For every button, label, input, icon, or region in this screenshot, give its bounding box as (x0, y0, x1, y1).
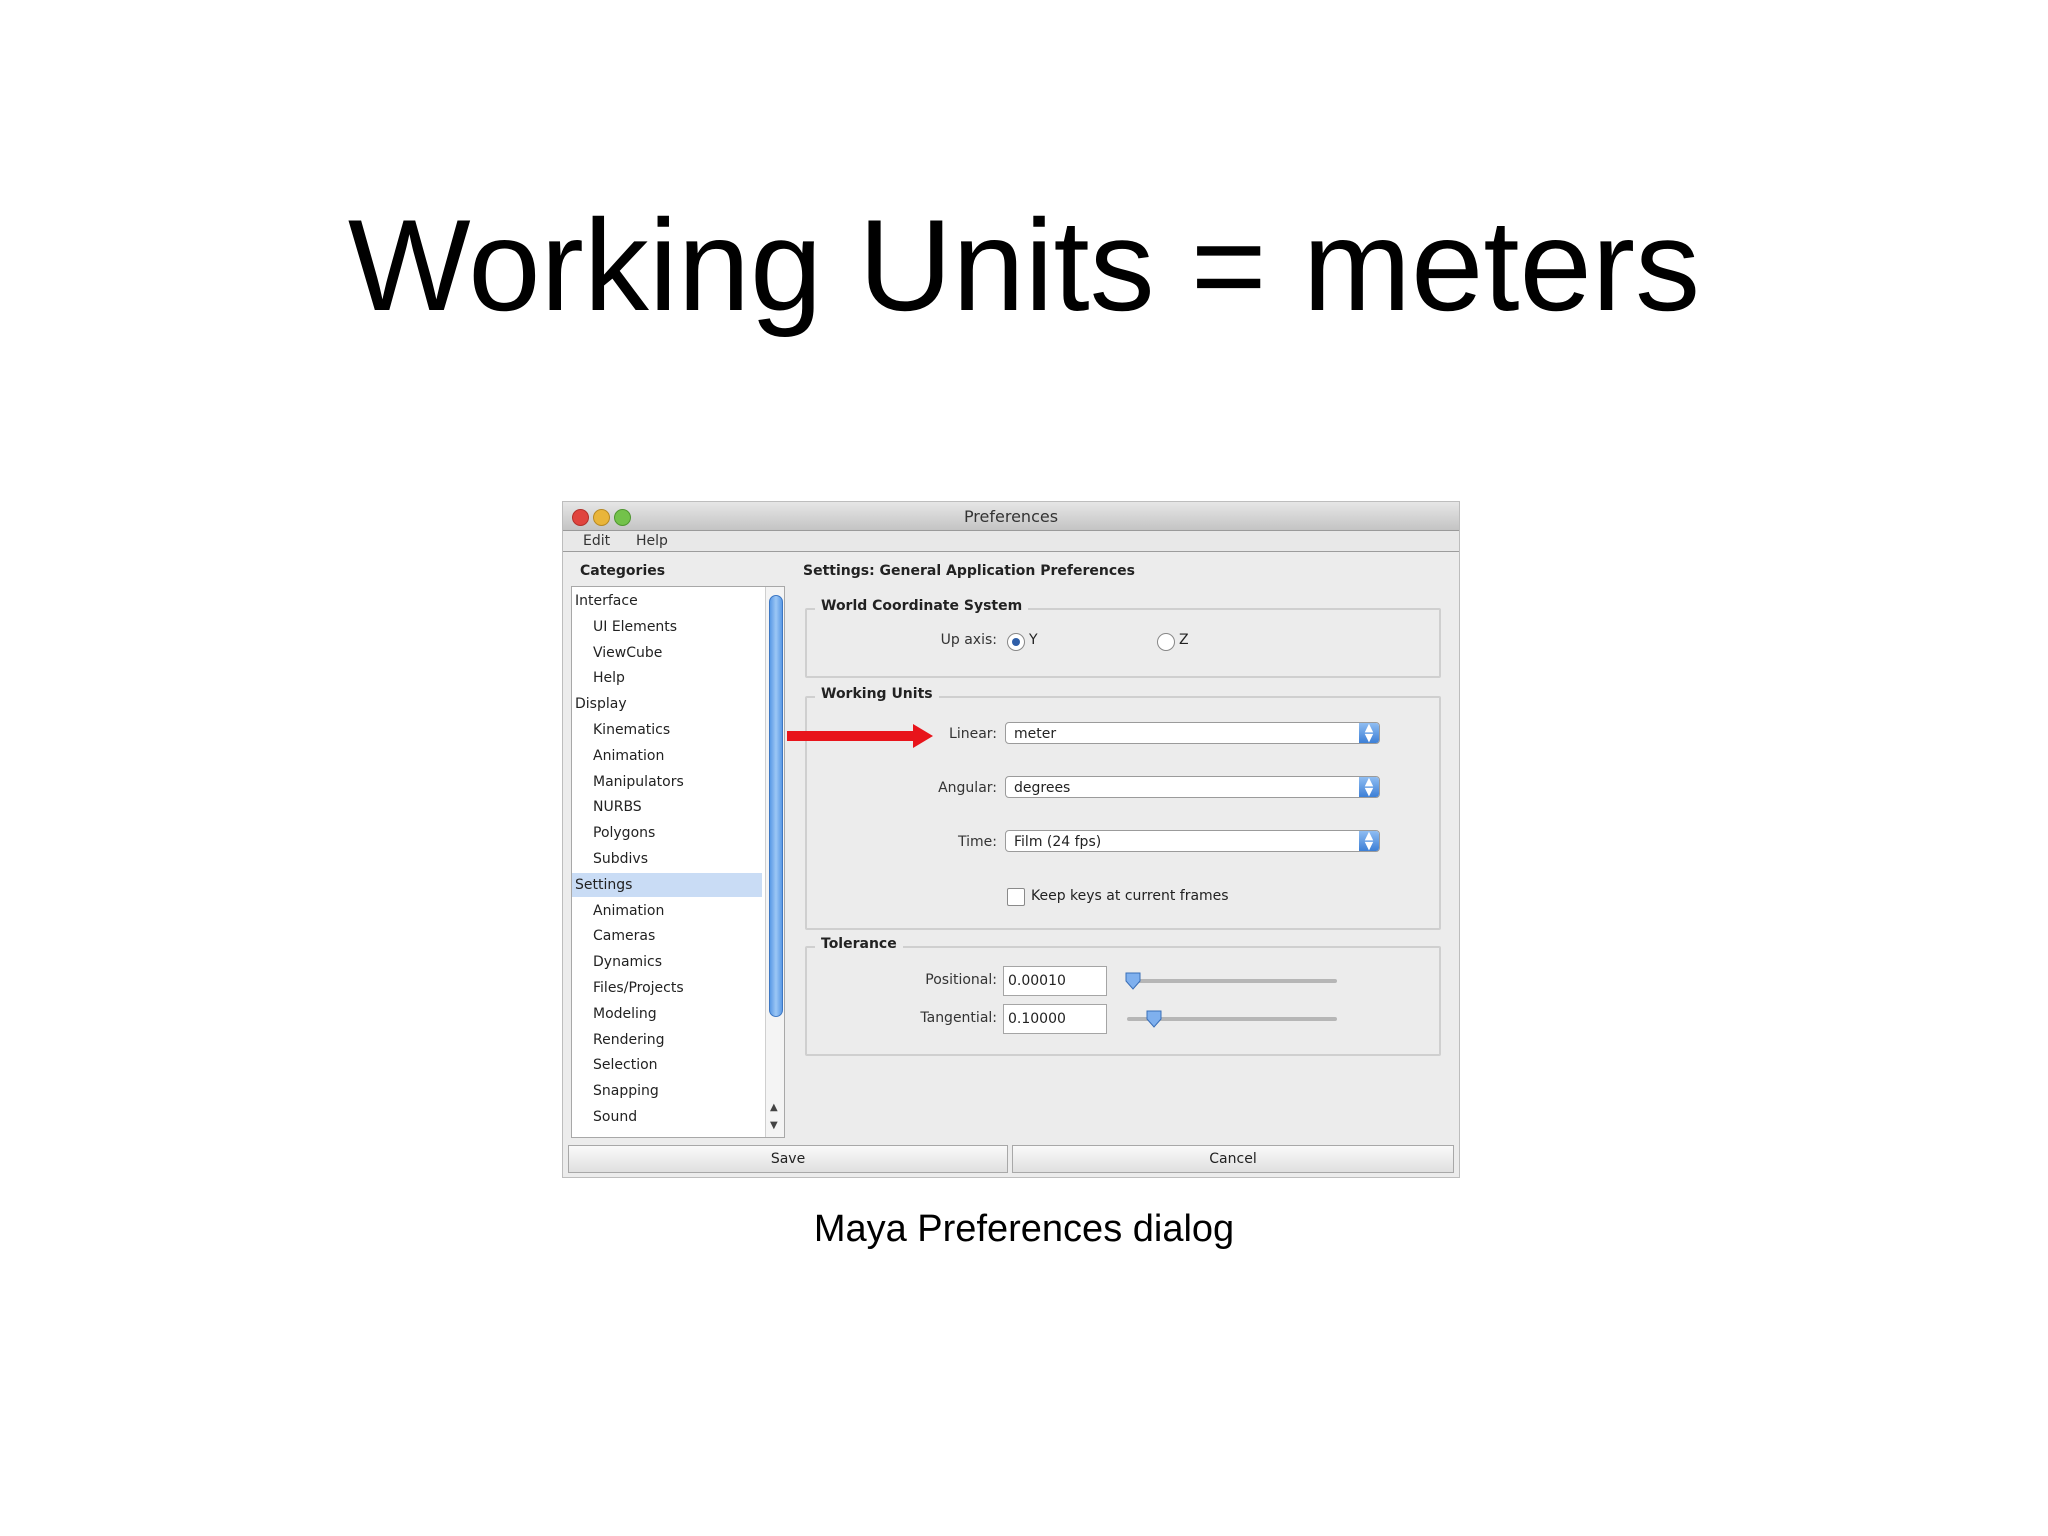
angular-value: degrees (1014, 780, 1071, 796)
scrollbar-thumb[interactable] (769, 595, 783, 1017)
tangential-label: Tangential: (920, 1010, 997, 1026)
category-item[interactable]: Files/Projects (572, 976, 762, 1000)
working-units-title: Working Units (815, 686, 939, 702)
up-axis-y-radio[interactable] (1007, 633, 1025, 651)
menu-bar: Edit Help (563, 531, 1459, 552)
world-coordinate-group: World Coordinate System Up axis: Y Z (805, 598, 1441, 678)
time-select[interactable]: Film (24 fps) ▲ ▼ (1005, 830, 1380, 852)
slide-caption: Maya Preferences dialog (813, 1208, 1235, 1250)
category-item[interactable]: Manipulators (572, 770, 762, 794)
categories-list[interactable]: Sound Snapping Selection Rendering Modeling F… (571, 586, 785, 1138)
category-item[interactable]: Snapping (572, 1079, 762, 1103)
positional-field[interactable]: 0.00010 (1003, 966, 1107, 996)
up-axis-label: Up axis: (940, 632, 997, 648)
up-axis-z-label: Z (1179, 632, 1189, 648)
menu-help[interactable]: Help (636, 533, 668, 549)
category-item[interactable]: Help (572, 666, 762, 690)
red-arrow-icon (787, 724, 933, 748)
world-coordinate-title: World Coordinate System (815, 598, 1029, 614)
categories-scrollbar[interactable]: ▲ ▼ (765, 587, 784, 1137)
category-item[interactable]: Subdivs (572, 847, 762, 871)
keep-keys-checkbox[interactable] (1007, 888, 1025, 906)
linear-select[interactable]: meter ▲ ▼ (1005, 722, 1380, 744)
category-item[interactable]: Modeling (572, 1002, 762, 1026)
chevron-updown-icon[interactable]: ▲ ▼ (1359, 776, 1379, 797)
category-item[interactable]: UI Elements (572, 615, 762, 639)
time-value: Film (24 fps) (1014, 834, 1102, 850)
category-item[interactable]: Interface (572, 589, 762, 613)
category-item[interactable]: Settings (572, 872, 762, 897)
chevron-updown-icon[interactable]: ▲ ▼ (1359, 722, 1379, 743)
category-item[interactable]: Display (572, 692, 762, 716)
category-item[interactable]: NURBS (572, 795, 762, 819)
category-item[interactable]: Sound (572, 1105, 762, 1129)
category-item[interactable]: Animation (572, 899, 762, 923)
category-item[interactable]: Kinematics (572, 718, 762, 742)
category-item[interactable]: Dynamics (572, 950, 762, 974)
slide-title: Working Units = meters (347, 192, 1701, 338)
angular-select[interactable]: degrees ▲ ▼ (1005, 776, 1380, 798)
keep-keys-label: Keep keys at current frames (1031, 888, 1229, 904)
tolerance-group: Tolerance Positional: 0.00010 Tangential… (805, 936, 1441, 1056)
tolerance-title: Tolerance (815, 936, 903, 952)
category-item[interactable]: Selection (572, 1053, 762, 1077)
scroll-down-icon[interactable]: ▼ (770, 1120, 778, 1131)
settings-header: Settings: General Application Preference… (803, 563, 1135, 579)
positional-label: Positional: (925, 972, 997, 988)
window-title: Preferences (963, 507, 1059, 526)
category-item[interactable]: Cameras (572, 924, 762, 948)
positional-slider-handle[interactable] (1125, 972, 1141, 990)
categories-heading: Categories (580, 563, 666, 579)
tangential-slider-handle[interactable] (1146, 1010, 1162, 1028)
category-item[interactable]: ViewCube (572, 641, 762, 665)
time-label: Time: (958, 834, 997, 850)
angular-label: Angular: (938, 780, 997, 796)
up-axis-y-label: Y (1029, 632, 1038, 648)
up-axis-z-radio[interactable] (1157, 633, 1175, 651)
chevron-updown-icon[interactable]: ▲ ▼ (1359, 830, 1379, 851)
tangential-field[interactable]: 0.10000 (1003, 1004, 1107, 1034)
save-button[interactable]: Save (568, 1145, 1008, 1173)
cancel-button[interactable]: Cancel (1012, 1145, 1454, 1173)
menu-edit[interactable]: Edit (583, 533, 610, 549)
category-item[interactable]: Animation (572, 744, 762, 768)
preferences-dialog: Preferences Edit Help Categories Sound Sn… (563, 502, 1459, 1177)
window-titlebar[interactable]: Preferences (563, 502, 1459, 531)
scroll-up-icon[interactable]: ▲ (770, 1102, 778, 1113)
positional-slider[interactable] (1127, 979, 1337, 983)
category-item[interactable]: Rendering (572, 1028, 762, 1052)
category-item[interactable]: Polygons (572, 821, 762, 845)
linear-value: meter (1014, 726, 1057, 742)
